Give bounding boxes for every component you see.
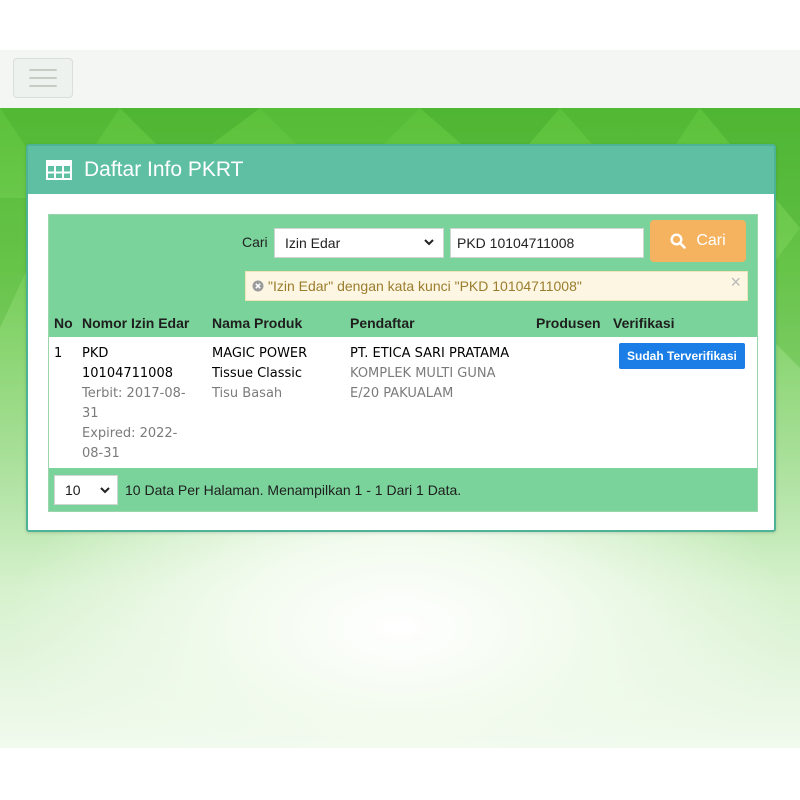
search-filter-alert: "Izin Edar" dengan kata kunci "PKD 10104… — [245, 271, 748, 301]
expired-date-line-2: 08-31 — [82, 446, 120, 461]
column-header-no: No — [54, 315, 73, 331]
verified-badge: Sudah Terverifikasi — [619, 343, 745, 369]
top-navbar — [0, 50, 800, 108]
terbit-date-line-1: Terbit: 2017-08- — [82, 386, 186, 401]
row-pendaftar: PT. ETICA SARI PRATAMA KOMPLEK MULTI GUN… — [350, 344, 530, 404]
hamburger-icon[interactable] — [13, 58, 73, 98]
search-field-value: Izin Edar — [285, 235, 341, 251]
search-bar: Cari Izin Edar Cari — [49, 215, 757, 309]
product-name-line-2: Tissue Classic — [212, 366, 303, 381]
pagination-summary: 10 Data Per Halaman. Menampilkan 1 - 1 D… — [125, 482, 462, 498]
row-nama-produk: MAGIC POWER Tissue Classic Tisu Basah — [212, 344, 344, 404]
column-header-pendaftar: Pendaftar — [350, 315, 415, 331]
table-footer: 10 10 Data Per Halaman. Menampilkan 1 - … — [49, 468, 757, 511]
nomor-izin-line-2: 10104711008 — [82, 366, 173, 381]
pkrt-table-container: Cari Izin Edar Cari — [48, 214, 758, 512]
pkrt-panel: Daftar Info PKRT Cari Izin Edar Cari — [26, 144, 776, 532]
registrant-address-line-1: KOMPLEK MULTI GUNA — [350, 366, 496, 381]
search-button-label: Cari — [696, 232, 726, 249]
panel-header: Daftar Info PKRT — [28, 146, 774, 194]
search-filter-text: "Izin Edar" dengan kata kunci "PKD 10104… — [268, 278, 582, 294]
search-button[interactable]: Cari — [650, 220, 746, 262]
column-header-nama-produk: Nama Produk — [212, 315, 303, 331]
search-icon — [670, 233, 687, 249]
table-row: 1 PKD 10104711008 Terbit: 2017-08- 31 Ex… — [49, 339, 757, 467]
close-alert-button[interactable]: × — [730, 272, 741, 293]
nomor-izin-line-1: PKD — [82, 346, 109, 361]
chevron-down-icon — [100, 487, 110, 494]
column-header-produsen: Produsen — [536, 315, 601, 331]
terbit-date-line-2: 31 — [82, 406, 99, 421]
expired-date-line-1: Expired: 2022- — [82, 426, 178, 441]
product-name-line-1: MAGIC POWER — [212, 346, 308, 361]
row-verifikasi: Sudah Terverifikasi — [619, 343, 745, 369]
search-label: Cari — [242, 234, 268, 250]
panel-title: Daftar Info PKRT — [84, 158, 244, 181]
chevron-down-icon — [424, 239, 434, 246]
column-header-verifikasi: Verifikasi — [613, 315, 675, 331]
row-no: 1 — [54, 346, 63, 361]
registrant-address-line-2: E/20 PAKUALAM — [350, 386, 454, 401]
per-page-value: 10 — [65, 482, 81, 498]
registrant-name: PT. ETICA SARI PRATAMA — [350, 346, 510, 361]
search-field-select[interactable]: Izin Edar — [274, 228, 444, 258]
row-nomor-izin-edar: PKD 10104711008 Terbit: 2017-08- 31 Expi… — [82, 344, 204, 464]
table-icon — [46, 160, 72, 180]
table-header: No Nomor Izin Edar Nama Produk Pendaftar… — [49, 309, 757, 337]
column-header-nomor-izin-edar: Nomor Izin Edar — [82, 315, 190, 331]
remove-filter-icon[interactable] — [252, 280, 264, 292]
product-type: Tisu Basah — [212, 386, 283, 401]
page-footer-area — [0, 748, 800, 800]
per-page-select[interactable]: 10 — [54, 475, 118, 505]
search-input[interactable] — [450, 228, 644, 258]
